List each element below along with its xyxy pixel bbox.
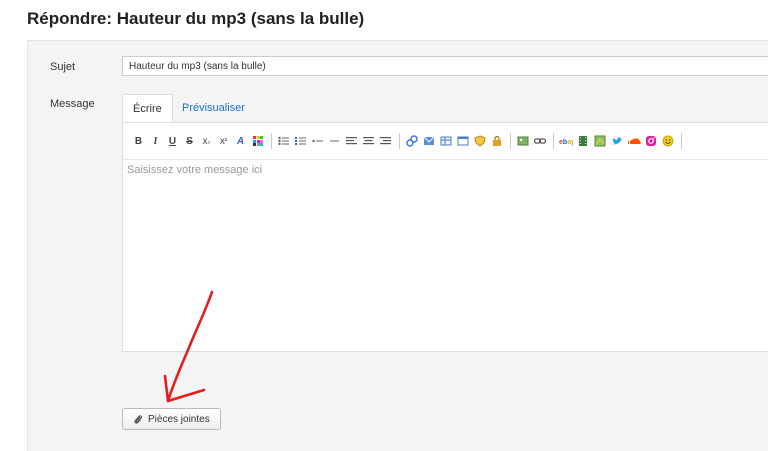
subject-input[interactable] bbox=[122, 56, 768, 76]
shield-icon[interactable] bbox=[472, 134, 487, 149]
underline-button[interactable]: U bbox=[165, 134, 180, 149]
table-icon[interactable] bbox=[438, 134, 453, 149]
link-icon[interactable] bbox=[404, 134, 419, 149]
image-icon[interactable] bbox=[515, 134, 530, 149]
message-label: Message bbox=[50, 98, 95, 110]
message-editor: B I U S x₂ x² A eba Saisissez votre mess… bbox=[122, 122, 768, 352]
reply-form: Sujet Message Écrire Prévisualiser B I U… bbox=[27, 40, 768, 451]
ebay-icon[interactable]: ebay bbox=[558, 134, 573, 149]
toolbar-separator bbox=[271, 133, 272, 149]
twitter-icon[interactable] bbox=[609, 134, 624, 149]
attachments-button[interactable]: Pièces jointes bbox=[122, 408, 221, 430]
italic-button[interactable]: I bbox=[148, 134, 163, 149]
subject-label: Sujet bbox=[50, 61, 76, 73]
soundcloud-icon[interactable] bbox=[626, 134, 641, 149]
page-title: Répondre: Hauteur du mp3 (sans la bulle) bbox=[27, 9, 365, 28]
toolbar-separator bbox=[510, 133, 511, 149]
chain-link-icon[interactable] bbox=[532, 134, 547, 149]
superscript-button[interactable]: x² bbox=[216, 134, 231, 149]
email-icon[interactable] bbox=[421, 134, 436, 149]
message-textarea[interactable] bbox=[123, 159, 768, 351]
toolbar-separator bbox=[399, 133, 400, 149]
bold-button[interactable]: B bbox=[131, 134, 146, 149]
align-left-icon[interactable] bbox=[344, 134, 359, 149]
tab-write[interactable]: Écrire bbox=[122, 94, 173, 123]
map-icon[interactable] bbox=[592, 134, 607, 149]
toolbar-separator bbox=[681, 133, 682, 149]
strikethrough-button[interactable]: S bbox=[182, 134, 197, 149]
bullet-list-icon[interactable] bbox=[276, 134, 291, 149]
align-center-icon[interactable] bbox=[361, 134, 376, 149]
toolbar-separator bbox=[553, 133, 554, 149]
align-right-icon[interactable] bbox=[378, 134, 393, 149]
editor-toolbar: B I U S x₂ x² A eba bbox=[123, 123, 768, 159]
paperclip-icon bbox=[134, 414, 142, 424]
attachments-label: Pièces jointes bbox=[148, 413, 210, 425]
subscript-button[interactable]: x₂ bbox=[199, 134, 214, 149]
font-button[interactable]: A bbox=[233, 134, 248, 149]
svg-text:ebay: ebay bbox=[559, 139, 573, 146]
smiley-icon[interactable] bbox=[660, 134, 675, 149]
instagram-icon[interactable] bbox=[643, 134, 658, 149]
tab-preview[interactable]: Prévisualiser bbox=[172, 94, 255, 122]
horizontal-rule-icon[interactable] bbox=[327, 134, 342, 149]
film-icon[interactable] bbox=[575, 134, 590, 149]
color-grid-icon[interactable] bbox=[250, 134, 265, 149]
lock-icon[interactable] bbox=[489, 134, 504, 149]
list-item-icon[interactable] bbox=[310, 134, 325, 149]
window-icon[interactable] bbox=[455, 134, 470, 149]
numbered-list-icon[interactable] bbox=[293, 134, 308, 149]
